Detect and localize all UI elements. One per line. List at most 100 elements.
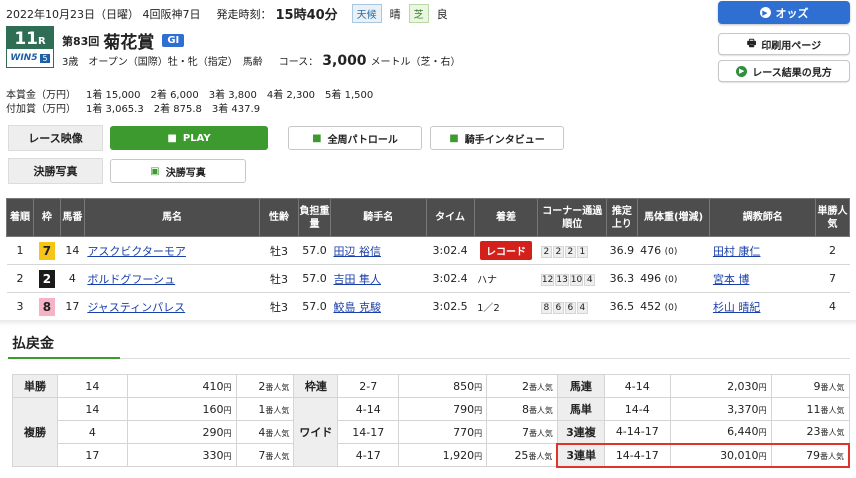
tansho-label: 単勝 [12,374,58,398]
payout-title-rule [120,358,850,359]
pop-suffix: 番人気 [528,428,553,438]
yen-unit: 円 [474,428,483,438]
umaren-num: 4-14 [603,374,671,398]
video-camera-icon: ■ [449,132,459,144]
interview-button[interactable]: ■ 騎手インタビュー [430,126,564,150]
pop-suffix: 番人気 [265,428,290,438]
fukusho-label: 複勝 [12,397,58,467]
body-weight-value: 476 [640,244,662,257]
body-weight: 476 (0) [637,236,710,265]
last3f: 36.9 [606,236,638,265]
body-weight-diff: (0) [664,275,678,285]
corner-4: 1 [576,245,588,258]
prize-main-4: 4着 2,300 [266,90,316,101]
corner-4: 4 [584,273,596,286]
photo-label: 決勝写真 [8,158,103,184]
body-weight-value: 496 [640,272,662,285]
sanrentan-amount: 30,010 [720,448,759,462]
pop-suffix: 番人気 [528,451,553,461]
yen-unit: 円 [223,405,232,415]
sex-age: 牡3 [259,236,299,265]
track-label: 芝 [408,4,429,23]
video-label: レース映像 [8,125,103,151]
start-time: 15時40分 [275,8,338,23]
col-margin: 着差 [473,198,539,237]
margin: 1／2 [474,292,538,321]
play-button-label: PLAY [182,132,211,144]
horse-link[interactable]: ボルドグフーシュ [87,273,175,286]
col-umaban: 馬番 [59,198,85,237]
photo-button-label: 決勝写真 [165,167,206,179]
horse-link[interactable]: アスクビクターモア [87,245,186,258]
section-divider [0,320,856,326]
wide-amount: 790 [453,402,475,416]
wide-pop: 7 [521,425,529,439]
course-unit: メートル（芝・右） [370,57,461,68]
race-conditions: 3歳 オープン（国際）牡・牝（指定） 馬齢 [62,57,263,68]
corner-2: 6 [552,301,564,314]
wide-num: 4-17 [337,443,400,467]
jockey-link[interactable]: 吉田 隼人 [333,273,381,286]
popularity: 4 [815,292,850,321]
video-camera-icon: ■ [312,132,322,144]
win5-logo: WIN5 [10,53,38,63]
results-guide-button[interactable]: ▶ レース結果の見方 [718,60,850,82]
odds-button[interactable]: ▶ オッズ [718,1,850,24]
last3f: 36.3 [606,264,638,293]
prize-main-3: 3着 3,800 [208,90,257,101]
fukusho-amount: 290 [202,425,224,439]
umaren-amount: 2,030 [727,379,759,393]
popularity: 2 [815,236,850,265]
print-button[interactable]: 🖶 印刷用ページ [718,33,850,55]
trainer-link[interactable]: 田村 康仁 [713,245,761,258]
weight: 57.0 [298,236,331,265]
yen-unit: 円 [758,405,767,415]
horse-link[interactable]: ジャスティンパレス [87,301,185,314]
tansho-num: 14 [56,374,128,398]
sanrentan-pop: 79 [806,448,820,462]
col-rank: 着順 [6,198,34,237]
image-icon: ▣ [150,165,160,177]
result-row: 2 2 4 ボルドグフーシュ 牡3 57.0 吉田 隼人 3:02.4 ハナ 1… [6,264,850,293]
sanrenpuku-amount: 6,440 [727,425,759,439]
fukusho-amount: 160 [202,402,224,416]
col-waku: 枠 [32,198,61,237]
time: 3:02.4 [426,264,475,293]
win5-number: 5 [40,53,50,63]
yen-unit: 円 [223,428,232,438]
prize-add-3: 3着 437.9 [211,104,261,115]
payout-title-underline [8,357,120,359]
results-guide-label: レース結果の見方 [752,67,832,79]
prize-add-1: 1着 3,065.3 [86,104,144,115]
jockey-link[interactable]: 鮫島 克駿 [333,301,381,314]
yen-unit: 円 [758,382,767,392]
wide-num: 14-17 [337,420,400,444]
race-name: 菊花賞 [103,33,155,53]
pop-suffix: 番人気 [820,405,845,415]
wakuren-label: 枠連 [293,374,339,398]
patrol-button[interactable]: ■ 全周パトロール [288,126,422,150]
col-corners: コーナー通過順位 [537,198,608,237]
corner-3: 6 [564,301,576,314]
pop-suffix: 番人気 [820,382,845,392]
play-button[interactable]: ■ PLAY [110,126,268,150]
photo-button[interactable]: ▣ 決勝写真 [110,159,246,183]
corner-1: 8 [540,301,552,314]
wide-amount: 1,920 [442,448,475,462]
jockey-link[interactable]: 田辺 裕信 [333,245,381,258]
weight: 57.0 [298,292,331,321]
corner-4: 4 [576,301,588,314]
prize-add-label: 付加賞（万円） [6,104,76,115]
result-row: 3 8 17 ジャスティンパレス 牡3 57.0 鮫島 克駿 3:02.5 1／… [6,292,850,321]
trainer-link[interactable]: 宮本 博 [713,273,750,286]
yen-unit: 円 [474,451,483,461]
rank: 3 [6,292,34,321]
trainer-link[interactable]: 杉山 晴紀 [713,301,761,314]
wakuren-num: 2-7 [337,374,400,398]
race-number-badge: 11 R WIN5 5 [6,26,54,68]
col-sex-age: 性齢 [259,198,299,237]
sex-age: 牡3 [259,292,299,321]
umatan-label: 馬単 [556,397,605,421]
pop-suffix: 番人気 [820,428,845,438]
weight: 57.0 [298,264,331,293]
